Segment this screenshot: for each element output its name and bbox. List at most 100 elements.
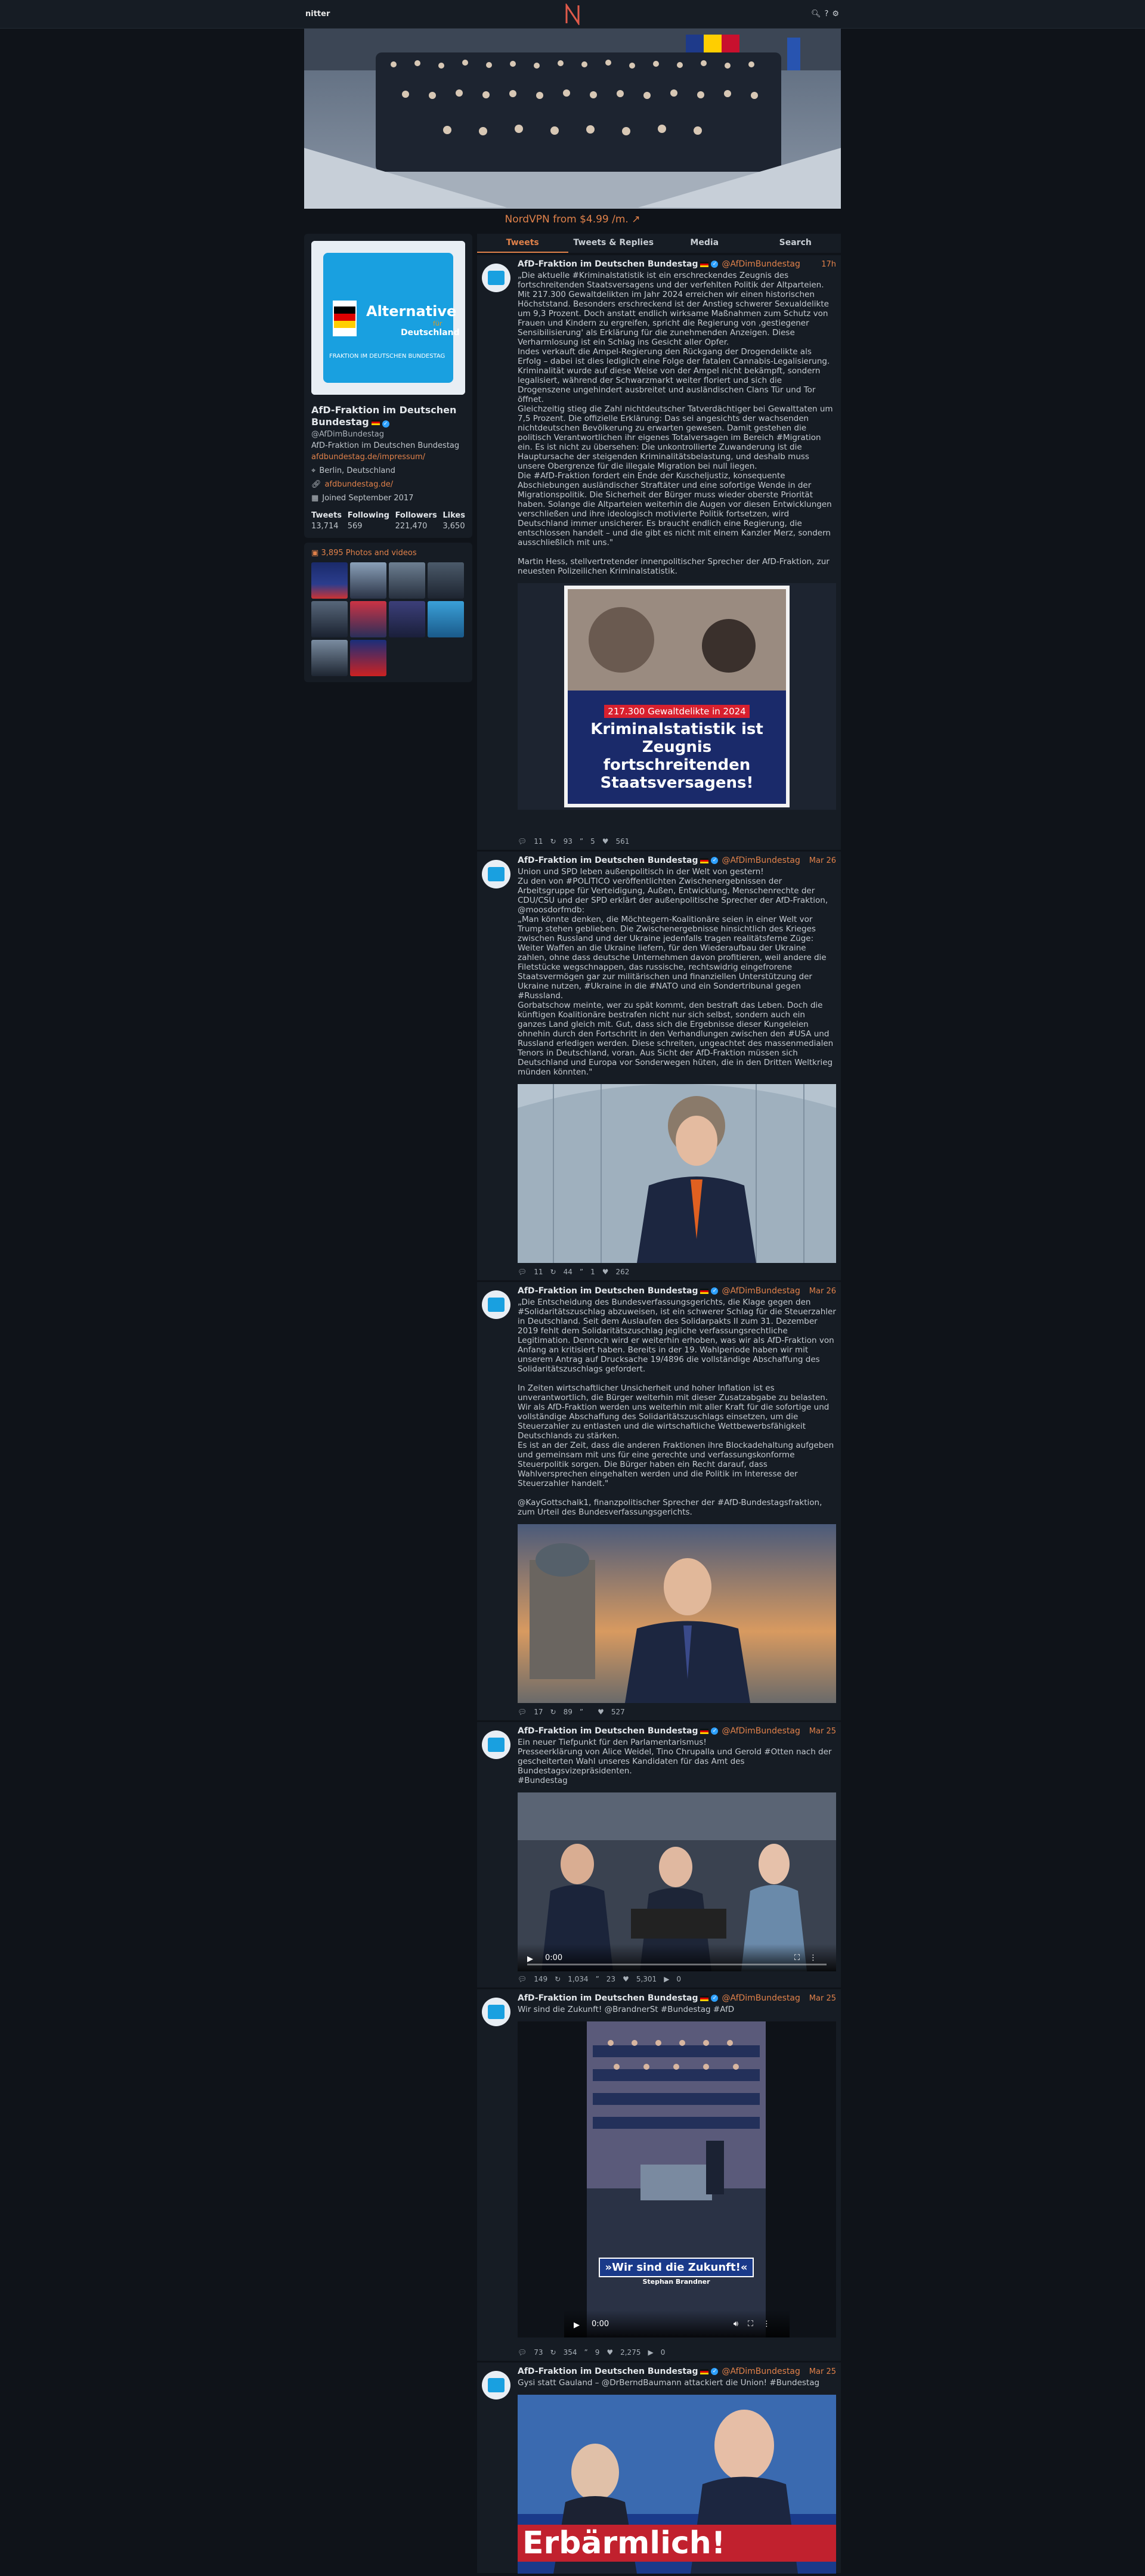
retweet-count: 93	[563, 837, 572, 846]
profile-stats: Tweets 13,714 Following 569 Followers 221,4…	[311, 511, 465, 531]
heart-icon[interactable]: ♥	[602, 837, 609, 846]
tweet-video[interactable]: »Wir sind die Zukunft!« Stephan Brandner…	[518, 2021, 836, 2337]
play-icon[interactable]: ▶	[527, 1955, 533, 1964]
tweet-author-handle[interactable]: @AfDimBundestag	[722, 856, 800, 865]
tweet-item[interactable]: AfD-Fraktion im Deutschen Bundestag ✓ @Af…	[477, 852, 841, 1281]
quote-icon[interactable]: ”	[580, 1708, 583, 1716]
media-thumbnail[interactable]	[311, 640, 348, 676]
media-thumbnail[interactable]	[311, 601, 348, 637]
tweet-author-name[interactable]: AfD-Fraktion im Deutschen Bundestag	[518, 1286, 698, 1296]
video-progress-bar[interactable]	[527, 1964, 827, 1965]
help-icon[interactable]: ?	[825, 10, 829, 18]
quote-icon[interactable]: ”	[580, 1268, 583, 1276]
profile-avatar[interactable]: Alternative für Deutschland FRAKTION IM …	[311, 241, 465, 395]
photo-rail-label[interactable]: 3,895 Photos and videos	[321, 549, 416, 558]
tweet-date[interactable]: 17h	[821, 260, 836, 269]
tweet-item[interactable]: AfD-Fraktion im Deutschen Bundestag ✓ @Af…	[477, 1722, 841, 1988]
quote-icon[interactable]: ”	[584, 2348, 587, 2357]
tweet-item[interactable]: AfD-Fraktion im Deutschen Bundestag ✓ @Af…	[477, 2363, 841, 2574]
tweet-date[interactable]: Mar 25	[809, 1994, 836, 2003]
retweet-icon[interactable]: ↻	[550, 837, 556, 846]
nitter-logo-icon[interactable]	[564, 4, 581, 25]
tweet-avatar[interactable]	[482, 1290, 510, 1319]
media-thumbnail[interactable]	[428, 562, 464, 599]
tweet-author-name[interactable]: AfD-Fraktion im Deutschen Bundestag	[518, 1993, 698, 2003]
tweet-author-handle[interactable]: @AfDimBundestag	[722, 2367, 800, 2376]
tweet-avatar[interactable]	[482, 264, 510, 292]
tweet-video[interactable]: Erbärmlich!	[518, 2395, 836, 2574]
tab-media[interactable]: Media	[659, 234, 750, 253]
tweet-image[interactable]	[518, 1084, 836, 1263]
media-thumbnail[interactable]	[389, 601, 425, 637]
retweet-icon[interactable]: ↻	[550, 1708, 556, 1716]
tweet-author-name[interactable]: AfD-Fraktion im Deutschen Bundestag	[518, 856, 698, 865]
tab-tweets-replies[interactable]: Tweets & Replies	[568, 234, 660, 253]
tweet-author-name[interactable]: AfD-Fraktion im Deutschen Bundestag	[518, 1726, 698, 1736]
fullscreen-icon[interactable]: ⛶⋮	[794, 1953, 827, 1962]
tweet-author-handle[interactable]: @AfDimBundestag	[722, 1726, 800, 1736]
profile-handle[interactable]: @AfDimBundestag	[311, 430, 465, 439]
tweet-date[interactable]: Mar 26	[809, 1287, 836, 1296]
tab-tweets[interactable]: Tweets	[477, 234, 568, 253]
retweet-icon[interactable]: ↻	[550, 1268, 556, 1276]
reply-icon[interactable]: 💬︎	[518, 1975, 527, 1983]
heart-icon[interactable]: ♥	[606, 2348, 613, 2357]
tweet-avatar[interactable]	[482, 2371, 510, 2399]
profile-banner[interactable]	[304, 29, 841, 209]
heart-icon[interactable]: ♥	[598, 1708, 604, 1716]
ad-text[interactable]: NordVPN from $4.99 /m.	[505, 213, 629, 225]
media-thumbnail[interactable]	[389, 562, 425, 599]
stat-tweets[interactable]: Tweets 13,714	[311, 511, 342, 531]
fullscreen-icon[interactable]: 🔊︎⛶⋮	[734, 2320, 780, 2329]
search-icon[interactable]: 🔍︎	[811, 10, 821, 18]
like-count: 262	[615, 1268, 630, 1276]
tweet-item[interactable]: AfD-Fraktion im Deutschen Bundestag ✓ @Af…	[477, 1282, 841, 1721]
tweet-author-handle[interactable]: @AfDimBundestag	[722, 259, 800, 269]
tweet-date[interactable]: Mar 25	[809, 2367, 836, 2376]
media-thumbnail[interactable]	[350, 640, 386, 676]
retweet-count: 89	[563, 1708, 572, 1716]
play-icon[interactable]: ▶	[574, 2321, 580, 2330]
tweet-item[interactable]: AfD-Fraktion im Deutschen Bundestag ✓ @Af…	[477, 1989, 841, 2361]
reply-count: 149	[534, 1975, 548, 1983]
nitter-home-link[interactable]: nitter	[305, 10, 330, 18]
tweet-image[interactable]	[518, 1524, 836, 1703]
media-thumbnail[interactable]	[428, 601, 464, 637]
tweet-date[interactable]: Mar 26	[809, 856, 836, 865]
reply-icon[interactable]: 💬︎	[518, 837, 527, 846]
tweet-author-name[interactable]: AfD-Fraktion im Deutschen Bundestag	[518, 2367, 698, 2376]
bio-link[interactable]: afdbundestag.de/impressum/	[311, 453, 425, 462]
ad-banner[interactable]: NordVPN from $4.99 /m. ↗	[304, 209, 841, 230]
heart-icon[interactable]: ♥	[602, 1268, 609, 1276]
tweet-avatar[interactable]	[482, 1998, 510, 2026]
tweet-avatar[interactable]	[482, 860, 510, 888]
tweet-author-handle[interactable]: @AfDimBundestag	[722, 1993, 800, 2003]
stat-likes[interactable]: Likes 3,650	[442, 511, 465, 531]
verified-icon: ✓	[711, 2368, 719, 2375]
media-thumbnail[interactable]	[350, 562, 386, 599]
reply-icon[interactable]: 💬︎	[518, 2348, 527, 2357]
quote-icon[interactable]: ”	[580, 837, 583, 846]
tweet-author-name[interactable]: AfD-Fraktion im Deutschen Bundestag	[518, 259, 698, 269]
reply-icon[interactable]: 💬︎	[518, 1708, 527, 1716]
settings-icon[interactable]: ⚙	[832, 10, 839, 18]
website-link[interactable]: afdbundestag.de/	[325, 480, 394, 489]
quote-icon[interactable]: ”	[596, 1975, 599, 1983]
media-thumbnail[interactable]	[311, 562, 348, 599]
tweet-item[interactable]: AfD-Fraktion im Deutschen Bundestag ✓ @Af…	[477, 255, 841, 850]
retweet-icon[interactable]: ↻	[550, 2348, 556, 2357]
heart-icon[interactable]: ♥	[623, 1975, 629, 1983]
retweet-icon[interactable]: ↻	[555, 1975, 561, 1983]
tweet-video[interactable]: ▶ 0:00 ⛶⋮	[518, 1792, 836, 1971]
tweet-image[interactable]: 217.300 Gewaltdelikte in 2024 Kriminalst…	[518, 583, 836, 810]
german-flag-icon	[700, 1728, 709, 1734]
tweet-date[interactable]: Mar 25	[809, 1727, 836, 1736]
tab-search[interactable]: Search	[750, 234, 841, 253]
reply-icon[interactable]: 💬︎	[518, 1268, 527, 1276]
photo-rail-title[interactable]: ▣ 3,895 Photos and videos	[311, 549, 465, 558]
media-thumbnail[interactable]	[350, 601, 386, 637]
stat-followers[interactable]: Followers 221,470	[395, 511, 437, 531]
tweet-author-handle[interactable]: @AfDimBundestag	[722, 1286, 800, 1296]
stat-following[interactable]: Following 569	[348, 511, 389, 531]
tweet-avatar[interactable]	[482, 1730, 510, 1759]
